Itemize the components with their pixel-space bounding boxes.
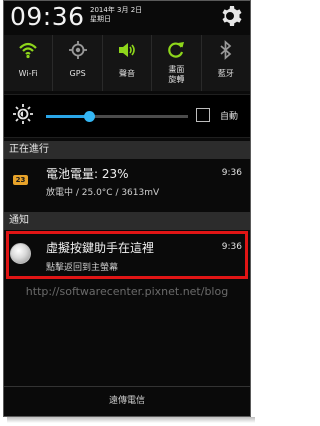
red-highlight-box (6, 231, 248, 279)
auto-brightness-label: 自動 (220, 112, 239, 122)
brightness-slider[interactable] (46, 111, 188, 122)
quick-settings-toggles: Wi-Fi GPS 聲音 畫面 旋轉 藍牙 (4, 35, 250, 91)
toggle-label: Wi-Fi (18, 69, 38, 78)
status-time: 09:36 (10, 2, 85, 31)
wifi-icon (19, 42, 37, 59)
battery-time: 9:36 (221, 168, 242, 178)
weekday-text: 星期日 (90, 15, 111, 23)
notification-panel: 09:36 2014年 3月 2日 星期日 Wi-Fi GPS 聲音 畫面 旋轉… (3, 0, 251, 417)
battery-subtitle: 放電中 / 25.0°C / 3613mV (46, 188, 160, 198)
brightness-row: 自動 (4, 94, 250, 138)
toggle-label: 畫面 旋轉 (168, 65, 185, 84)
battery-icon: 23 (13, 175, 28, 185)
notifications-header: 通知 (4, 212, 250, 230)
carrier-label: 遠傳電信 (108, 396, 145, 406)
watermark-text: http://softwarecenter.pixnet.net/blog (25, 285, 229, 298)
sound-icon (119, 43, 135, 57)
frame-shadow (7, 417, 255, 423)
brightness-icon (13, 104, 33, 124)
toggle-wifi[interactable]: Wi-Fi (4, 35, 54, 91)
auto-brightness-checkbox[interactable] (196, 108, 210, 122)
carrier-divider (4, 386, 250, 387)
toggle-label: 藍牙 (217, 69, 234, 78)
toggle-screen-rotation[interactable]: 畫面 旋轉 (152, 35, 202, 91)
settings-gear-icon[interactable] (220, 4, 244, 28)
toggle-label: GPS (69, 69, 86, 78)
status-date: 2014年 3月 2日 星期日 (90, 6, 142, 24)
toggle-gps[interactable]: GPS (53, 35, 103, 91)
screen-rotation-icon (168, 42, 185, 58)
date-text: 2014年 3月 2日 (90, 6, 143, 14)
ongoing-header: 正在進行 (4, 141, 250, 159)
toggle-label: 聲音 (119, 69, 136, 78)
battery-notification[interactable]: 23 電池電量: 23% 放電中 / 25.0°C / 3613mV 9:36 (4, 160, 250, 204)
bluetooth-icon (220, 40, 232, 60)
toggle-bluetooth[interactable]: 藍牙 (202, 35, 250, 91)
toggle-sound[interactable]: 聲音 (103, 35, 153, 91)
battery-title: 電池電量: 23% (46, 167, 129, 181)
brightness-thumb[interactable] (83, 111, 95, 122)
gps-icon (68, 41, 87, 59)
brightness-fill (46, 115, 89, 118)
